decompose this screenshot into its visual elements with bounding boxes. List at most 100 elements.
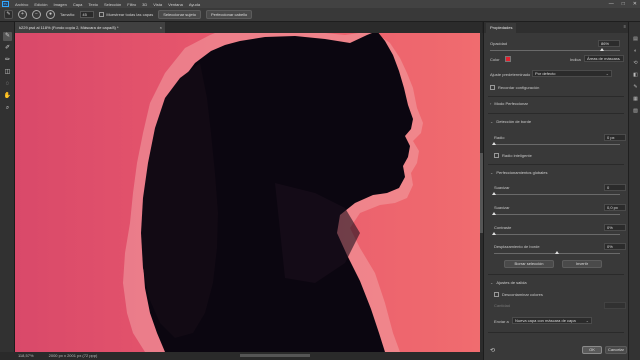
paths-icon[interactable]: ✎ xyxy=(632,84,639,91)
reset-icon[interactable]: ⟲ xyxy=(490,347,495,354)
hand-tool-icon[interactable]: ✋ xyxy=(3,92,12,101)
brush-size-icon[interactable]: ● xyxy=(46,10,55,19)
menu-capa[interactable]: Capa xyxy=(73,2,83,7)
window-controls: — □ ✕ xyxy=(609,1,637,7)
close-window-button[interactable]: ✕ xyxy=(633,1,637,7)
decontaminate-colors-checkbox[interactable] xyxy=(494,292,499,297)
refine-edge-brush-icon[interactable]: ✐ xyxy=(3,44,12,53)
adjustments-icon[interactable]: ◐ xyxy=(632,48,639,55)
object-selection-tool-icon[interactable]: ◫ xyxy=(3,68,12,77)
feather-input[interactable]: 0,0 px xyxy=(604,204,626,211)
auto-adjust-select[interactable]: Por defecto ⌄ xyxy=(532,70,612,77)
add-to-selection-icon[interactable]: + xyxy=(18,10,27,19)
zoom-level[interactable]: 118,57% xyxy=(18,353,34,358)
cancel-button[interactable]: Cancelar xyxy=(605,346,627,354)
contrast-slider[interactable] xyxy=(494,234,620,235)
contrast-slider-knob[interactable] xyxy=(492,232,496,235)
opacity-input[interactable]: 86% xyxy=(598,40,620,47)
menu-edicion[interactable]: Edición xyxy=(34,2,47,7)
horizontal-scroll-thumb[interactable] xyxy=(240,354,310,357)
chevron-right-icon: › xyxy=(490,101,492,106)
document-tab-bar: k229.psd al 118% (Fondo copia 2, Máscara… xyxy=(15,22,482,33)
swatches-icon[interactable]: ▧ xyxy=(632,108,639,115)
ok-button[interactable]: OK xyxy=(582,346,602,354)
auto-adjust-value: Por defecto xyxy=(535,71,556,76)
subtract-from-selection-icon[interactable]: − xyxy=(32,10,41,19)
lasso-tool-icon[interactable]: ◌ xyxy=(3,80,12,89)
remember-settings-label: Recordar configuración xyxy=(498,85,540,90)
clear-selection-button[interactable]: Borrar selección xyxy=(504,260,554,268)
menu-imagen[interactable]: Imagen xyxy=(53,2,66,7)
sample-all-layers-label: Muestrear todas las capas xyxy=(106,11,154,17)
tab-properties[interactable]: Propiedades xyxy=(486,23,517,33)
document-canvas[interactable] xyxy=(15,33,480,352)
radius-input[interactable]: 0 px xyxy=(604,134,626,141)
panel-side-dock: ▤ ◐ ⟲ ◧ ✎ ▦ ▧ xyxy=(628,22,640,360)
divider xyxy=(488,332,624,333)
divider xyxy=(488,96,624,97)
menu-ventana[interactable]: Ventana xyxy=(168,2,183,7)
global-refinements-section[interactable]: ⌄ Perfeccionamientos globales xyxy=(490,170,548,175)
contrast-input[interactable]: 0% xyxy=(604,224,626,231)
quick-selection-brush-icon[interactable]: ✎ xyxy=(4,10,13,19)
indicates-select[interactable]: Áreas de máscara ⌄ xyxy=(584,55,624,62)
sample-all-layers-option[interactable]: Muestrear todas las capas xyxy=(99,11,154,18)
feather-slider-knob[interactable] xyxy=(492,212,496,215)
feather-slider[interactable] xyxy=(494,214,620,215)
brush-tool-icon[interactable]: ✏ xyxy=(3,56,12,65)
output-settings-label: Ajustes de salida xyxy=(496,280,527,285)
output-to-label: Enviar a xyxy=(494,319,509,324)
opacity-slider-knob[interactable] xyxy=(599,48,604,51)
panel-tab-bar: Propiedades ≡ xyxy=(484,22,628,33)
amount-input xyxy=(604,302,626,309)
output-to-select[interactable]: Nueva capa con máscara de capa ⌄ xyxy=(512,317,592,324)
libraries-icon[interactable]: ▦ xyxy=(632,96,639,103)
channels-icon[interactable]: ◧ xyxy=(632,72,639,79)
minimize-button[interactable]: — xyxy=(609,1,614,7)
invert-button[interactable]: Invertir xyxy=(562,260,602,268)
history-icon[interactable]: ⟲ xyxy=(632,60,639,67)
close-document-icon[interactable]: × xyxy=(160,22,162,33)
menu-archivo[interactable]: Archivo xyxy=(15,2,28,7)
menu-seleccion[interactable]: Selección xyxy=(104,2,121,7)
mask-color-swatch[interactable] xyxy=(505,56,511,62)
radius-slider-knob[interactable] xyxy=(492,142,496,145)
document-title: k229.psd al 118% (Fondo copia 2, Máscara… xyxy=(19,25,119,30)
document-tab[interactable]: k229.psd al 118% (Fondo copia 2, Máscara… xyxy=(15,22,165,33)
smooth-input[interactable]: 0 xyxy=(604,184,626,191)
feather-label: Suavizar xyxy=(494,205,510,210)
refine-hair-button[interactable]: Perfeccionar cabello xyxy=(205,10,253,19)
panel-menu-icon[interactable]: ≡ xyxy=(624,24,626,29)
sample-all-layers-checkbox[interactable] xyxy=(99,12,105,18)
zoom-tool-icon[interactable]: ⌕ xyxy=(3,104,12,113)
size-label: Tamaño: xyxy=(60,12,76,17)
maximize-button[interactable]: □ xyxy=(622,1,625,7)
photoshop-logo: Ps xyxy=(2,1,9,7)
indicates-label: Indica xyxy=(570,57,581,62)
menu-vista[interactable]: Vista xyxy=(153,2,162,7)
quick-selection-tool-icon[interactable]: ✎ xyxy=(3,32,12,41)
menu-texto[interactable]: Texto xyxy=(88,2,98,7)
menu-ayuda[interactable]: Ayuda xyxy=(189,2,200,7)
menu-3d[interactable]: 3D xyxy=(142,2,147,7)
output-to-value: Nueva capa con máscara de capa xyxy=(515,318,576,323)
smooth-slider-knob[interactable] xyxy=(492,192,496,195)
menu-filtro[interactable]: Filtro xyxy=(127,2,136,7)
shift-edge-slider-knob[interactable] xyxy=(555,251,559,254)
smooth-slider[interactable] xyxy=(494,194,620,195)
radius-label: Radio xyxy=(494,135,505,140)
layers-icon[interactable]: ▤ xyxy=(632,36,639,43)
chevron-down-icon: ⌄ xyxy=(490,170,494,175)
output-settings-section[interactable]: ⌄ Ajustes de salida xyxy=(490,280,527,285)
smart-radius-checkbox[interactable] xyxy=(494,153,499,158)
options-bar: ✎ + − ● Tamaño: 45 Muestrear todas las c… xyxy=(0,8,640,22)
amount-label: Cantidad xyxy=(494,303,511,308)
refine-mode-section[interactable]: › Modo Perfeccionar xyxy=(490,101,528,106)
radius-slider[interactable] xyxy=(494,144,620,145)
remember-settings-checkbox[interactable] xyxy=(490,85,495,90)
color-label: Color xyxy=(490,57,500,62)
shift-edge-input[interactable]: 0% xyxy=(604,243,626,250)
select-subject-button[interactable]: Seleccionar sujeto xyxy=(158,10,201,19)
size-input[interactable]: 45 xyxy=(80,11,95,18)
edge-detection-section[interactable]: ⌄ Detección de borde xyxy=(490,119,531,124)
